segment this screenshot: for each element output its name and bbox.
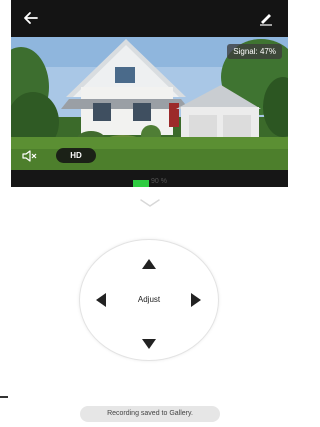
back-button[interactable] bbox=[23, 10, 39, 26]
edge-marker bbox=[0, 396, 8, 398]
pan-down-button[interactable] bbox=[142, 336, 156, 349]
triangle-right-icon bbox=[191, 293, 201, 307]
signal-strength-badge: Signal: 47% bbox=[227, 44, 282, 59]
pan-right-button[interactable] bbox=[191, 293, 201, 307]
toast-message: Recording saved to Gallery. bbox=[80, 406, 220, 422]
battery-indicator bbox=[133, 180, 149, 187]
top-app-bar bbox=[11, 0, 288, 37]
chevron-down-icon bbox=[140, 199, 160, 207]
pencil-icon bbox=[260, 14, 272, 26]
edit-button[interactable] bbox=[258, 10, 274, 26]
mute-button[interactable] bbox=[21, 149, 37, 163]
triangle-up-icon bbox=[142, 259, 156, 269]
battery-label: 90 % bbox=[151, 178, 167, 185]
speaker-muted-icon bbox=[22, 150, 37, 162]
video-bottom-bar bbox=[11, 170, 288, 187]
triangle-down-icon bbox=[142, 339, 156, 349]
camera-live-view[interactable]: Signal: 47% HD bbox=[11, 37, 288, 170]
video-quality-button[interactable]: HD bbox=[56, 148, 96, 163]
arrow-left-icon bbox=[24, 12, 38, 24]
ptz-direction-pad: Adjust bbox=[79, 239, 219, 361]
pan-up-button[interactable] bbox=[142, 256, 156, 269]
collapse-panel-button[interactable] bbox=[139, 195, 161, 207]
